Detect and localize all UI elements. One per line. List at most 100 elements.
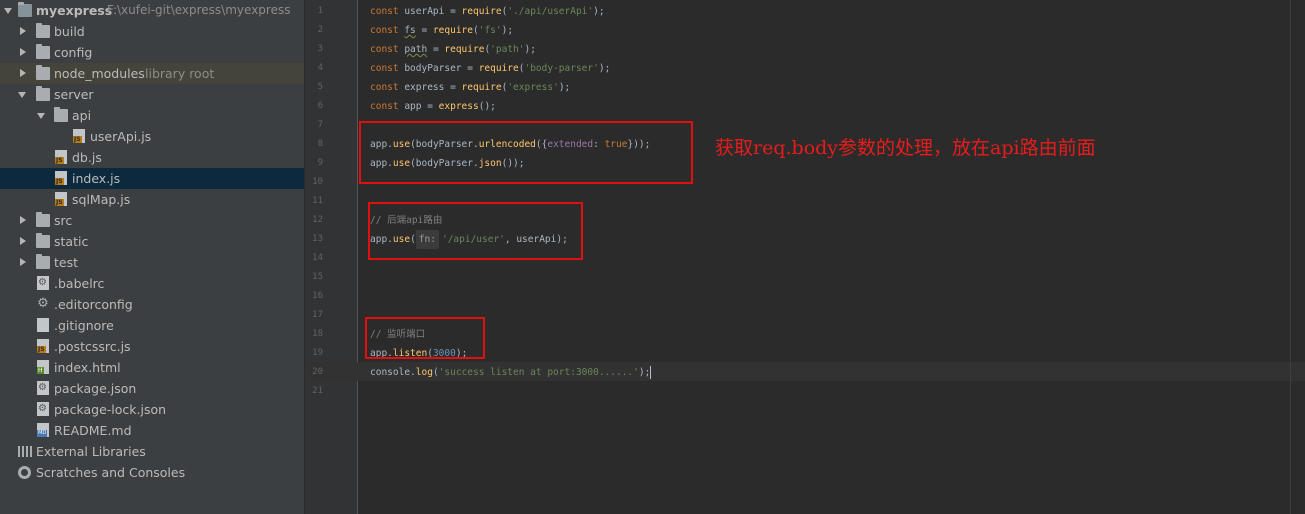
tree-item-babelrc[interactable]: .babelrc xyxy=(0,273,304,294)
tree-item-scratches[interactable]: Scratches and Consoles xyxy=(0,462,304,483)
tree-item-external-libraries[interactable]: External Libraries xyxy=(0,441,304,462)
code-line-3: const path = require('path'); xyxy=(370,40,536,59)
token-identifier: fs xyxy=(404,25,416,36)
expand-arrow-icon[interactable] xyxy=(4,0,14,21)
tree-item-userapi-js[interactable]: userApi.js xyxy=(0,126,304,147)
token-punct: ); xyxy=(598,63,611,74)
folder-icon xyxy=(54,107,68,122)
line-number: 6 xyxy=(317,101,323,111)
tree-item-test[interactable]: test xyxy=(0,252,304,273)
expand-arrow-icon[interactable] xyxy=(18,210,28,231)
code-line-20: console.log('success listen at port:3000… xyxy=(370,363,652,382)
expand-arrow-icon[interactable] xyxy=(18,42,28,63)
token-function: log xyxy=(415,367,433,378)
tree-item-server[interactable]: server xyxy=(0,84,304,105)
tree-label: node_modules xyxy=(54,66,145,81)
annotation-note: 获取req.body参数的处理，放在api路由前面 xyxy=(715,137,1096,159)
token-identifier: app xyxy=(404,101,422,112)
tree-item-sqlmap-js[interactable]: sqlMap.js xyxy=(0,189,304,210)
code-line-4: const bodyParser = require('body-parser'… xyxy=(370,59,610,78)
js-file-icon xyxy=(55,150,67,164)
line-number: 7 xyxy=(317,120,323,130)
folder-icon xyxy=(36,254,50,269)
tree-label: sqlMap.js xyxy=(72,192,131,207)
token-string: 'success listen at port:3000......' xyxy=(438,367,639,378)
gear-icon: ⚙ xyxy=(37,296,49,311)
token-function: express xyxy=(438,101,479,112)
line-number: 5 xyxy=(317,82,323,92)
text-caret xyxy=(650,366,652,379)
token-keyword: const xyxy=(370,82,405,93)
tree-item-db-js[interactable]: db.js xyxy=(0,147,304,168)
token-string: './api/userApi' xyxy=(507,6,594,17)
tree-item-index-js[interactable]: index.js xyxy=(0,168,304,189)
tree-item-myexpress[interactable]: myexpress F:\xufei-git\express\myexpress xyxy=(0,0,304,21)
token-string: 'path' xyxy=(490,44,525,55)
token-keyword: const xyxy=(370,63,405,74)
expand-arrow-icon[interactable] xyxy=(18,21,28,42)
config-file-icon xyxy=(37,276,49,290)
token-operator: = xyxy=(421,101,439,112)
annotation-box-listen xyxy=(365,317,485,359)
token-punct: ); xyxy=(593,6,605,17)
token-punct: ); xyxy=(501,25,514,36)
tree-item-editorconfig[interactable]: ⚙ .editorconfig xyxy=(0,294,304,315)
json-file-icon xyxy=(37,381,49,395)
tree-label: External Libraries xyxy=(36,444,146,459)
tree-item-postcssrc[interactable]: .postcssrc.js xyxy=(0,336,304,357)
tree-item-build[interactable]: build xyxy=(0,21,304,42)
tree-label: index.html xyxy=(54,360,121,375)
token-keyword: const xyxy=(370,6,405,17)
token-function: require xyxy=(461,6,502,17)
token-keyword: const xyxy=(370,25,405,36)
token-string: 'express' xyxy=(507,82,559,93)
token-punct: ); xyxy=(558,82,571,93)
expand-arrow-icon[interactable] xyxy=(18,84,28,105)
tree-label: userApi.js xyxy=(90,129,152,144)
tree-item-package-json[interactable]: package.json xyxy=(0,378,304,399)
right-margin-guide xyxy=(1290,0,1291,514)
token-function: require xyxy=(461,82,502,93)
tree-item-package-lock[interactable]: package-lock.json xyxy=(0,399,304,420)
token-punct: (); xyxy=(478,101,496,112)
tree-label: build xyxy=(54,24,85,39)
line-number: 12 xyxy=(312,215,323,225)
tree-item-src[interactable]: src xyxy=(0,210,304,231)
tree-item-node-modules[interactable]: node_modules library root xyxy=(0,63,304,84)
tree-item-gitignore[interactable]: .gitignore xyxy=(0,315,304,336)
token-identifier: express xyxy=(404,82,445,93)
token-operator: = xyxy=(461,63,479,74)
tree-label: package.json xyxy=(54,381,137,396)
tree-label: .babelrc xyxy=(54,276,105,291)
scratches-icon xyxy=(18,466,31,479)
expand-arrow-icon[interactable] xyxy=(18,252,28,273)
code-line-1: const userApi = require('./api/userApi')… xyxy=(370,2,605,21)
line-number: 10 xyxy=(312,177,323,187)
line-number: 20 xyxy=(312,367,323,377)
tree-item-api[interactable]: api xyxy=(0,105,304,126)
expand-arrow-icon[interactable] xyxy=(18,231,28,252)
expand-arrow-icon[interactable] xyxy=(18,63,28,84)
token-string: 'fs' xyxy=(478,25,502,36)
tree-item-index-html[interactable]: index.html xyxy=(0,357,304,378)
folder-icon xyxy=(36,65,50,80)
token-keyword: const xyxy=(370,101,405,112)
annotation-box-api-route xyxy=(368,202,583,260)
folder-icon xyxy=(18,2,32,17)
tree-label: src xyxy=(54,213,73,228)
expand-arrow-icon[interactable] xyxy=(37,105,47,126)
line-number: 13 xyxy=(312,234,323,244)
token-operator: = xyxy=(427,44,445,55)
tree-item-config[interactable]: config xyxy=(0,42,304,63)
tree-item-readme[interactable]: README.md xyxy=(0,420,304,441)
project-path: F:\xufei-git\express\myexpress xyxy=(107,3,291,17)
tree-label: test xyxy=(54,255,79,270)
token-identifier: console. xyxy=(370,367,416,378)
tree-item-static[interactable]: static xyxy=(0,231,304,252)
line-number: 11 xyxy=(312,196,323,206)
line-number: 15 xyxy=(312,272,323,282)
line-number: 17 xyxy=(312,310,323,320)
tree-label: .editorconfig xyxy=(54,297,133,312)
js-file-icon xyxy=(37,339,49,353)
tree-label: .gitignore xyxy=(54,318,114,333)
